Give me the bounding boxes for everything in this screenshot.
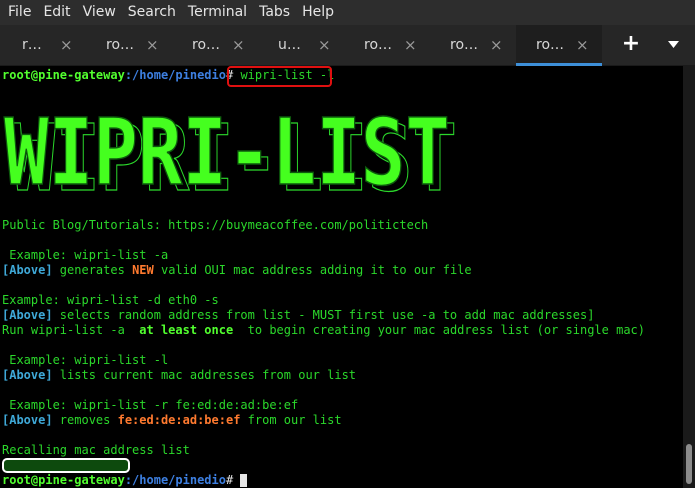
above-tag: [Above] [2,308,53,322]
new-keyword: NEW [132,263,154,277]
example-label: Example: [2,353,75,367]
menu-help[interactable]: Help [296,0,340,25]
banner-text: WIPRI-LIST [4,110,450,200]
example-1-desc: [Above] generates NEW valid OUI mac addr… [2,263,472,278]
redacted-mac-output [2,458,130,473]
example-command: wipri-list -a [74,248,169,262]
prompt-user: root@pine-gateway [2,68,125,82]
above-tag: [Above] [2,413,53,427]
prompt-symbol: # [225,473,241,487]
close-icon[interactable]: × [576,36,589,54]
example-2-run: Run wipri-list -a at least once to begin… [2,323,645,338]
tab-list-dropdown-button[interactable] [662,33,684,55]
example-2-desc: [Above] selects random address from list… [2,308,594,323]
terminal-scrollbar[interactable] [683,66,695,488]
desc-text: Run wipri-list -a [2,323,140,337]
chevron-down-icon [668,41,679,48]
tab-label: ro… [450,37,479,53]
example-label: Example: [2,293,68,307]
example-3-desc: [Above] lists current mac addresses from… [2,368,356,383]
desc-text: lists current mac addresses from our lis… [52,368,357,382]
close-icon[interactable]: × [232,36,245,54]
close-icon[interactable]: × [318,36,331,54]
close-icon[interactable]: × [146,36,159,54]
menu-view[interactable]: View [77,0,122,25]
example-label: Example: [2,398,75,412]
example-1: Example: wipri-list -a [2,248,168,263]
menu-search[interactable]: Search [122,0,182,25]
blog-line: Public Blog/Tutorials: https://buymeacof… [2,218,429,232]
close-icon[interactable]: × [60,36,73,54]
above-tag: [Above] [2,368,53,382]
example-command: wipri-list -d eth0 -s [67,293,219,307]
new-tab-button[interactable]: + [620,33,642,55]
tab-label: ro… [364,37,393,53]
recalling-line: Recalling mac address list [2,443,190,457]
tab-2[interactable]: ro… × [86,25,172,66]
tab-label: ro… [106,37,135,53]
prompt-user: root@pine-gateway [2,473,125,487]
wipri-list-banner: WIPRI-LIST WIPRI-LIST [3,110,457,200]
desc-text: to begin creating your mac address list … [233,323,646,337]
example-label: Example: [2,248,75,262]
menu-tabs[interactable]: Tabs [253,0,296,25]
tab-5[interactable]: ro… × [344,25,430,66]
terminal-output[interactable]: root@pine-gateway:/home/pinedio# wipri-l… [0,66,683,488]
mac-address: fe:ed:de:ad:be:ef [117,413,241,427]
above-tag: [Above] [2,263,53,277]
text-cursor [240,474,248,487]
tab-3[interactable]: ro… × [172,25,258,66]
desc-text: removes [52,413,118,427]
prompt-line-final: root@pine-gateway:/home/pinedio# [2,473,248,488]
tab-label: ro… [192,37,221,53]
tab-1[interactable]: r… × [0,25,86,66]
desc-text: valid OUI mac address adding it to our f… [153,263,472,277]
close-icon[interactable]: × [404,36,417,54]
menubar: File Edit View Search Terminal Tabs Help [0,0,695,25]
menu-terminal[interactable]: Terminal [182,0,253,25]
command-highlight-box [227,66,332,87]
example-4-desc: [Above] removes fe:ed:de:ad:be:ef from o… [2,413,342,428]
tab-7-active[interactable]: ro… × [516,25,602,66]
example-command: wipri-list -l [74,353,169,367]
desc-text: from our list [240,413,342,427]
tab-label: ro… [536,37,565,53]
menu-edit[interactable]: Edit [37,0,76,25]
menu-file[interactable]: File [2,0,37,25]
prompt-path: :/home/pinedio [124,68,226,82]
tab-bar: r… × ro… × ro… × u… × ro… × ro… × ro… × [0,25,695,66]
tab-4[interactable]: u… × [258,25,344,66]
example-4: Example: wipri-list -r fe:ed:de:ad:be:ef [2,398,298,413]
desc-text: selects random address from list - MUST … [52,308,595,322]
example-command: wipri-list -r fe:ed:de:ad:be:ef [74,398,299,412]
desc-text: generates [52,263,133,277]
prompt-path: :/home/pinedio [124,473,226,487]
example-2: Example: wipri-list -d eth0 -s [2,293,219,308]
tab-6[interactable]: ro… × [430,25,516,66]
bold-emphasis: at least once [139,323,234,337]
tab-label: u… [278,37,301,53]
tab-label: r… [22,37,42,53]
example-3: Example: wipri-list -l [2,353,168,368]
scrollbar-thumb[interactable] [686,444,692,484]
close-icon[interactable]: × [490,36,503,54]
